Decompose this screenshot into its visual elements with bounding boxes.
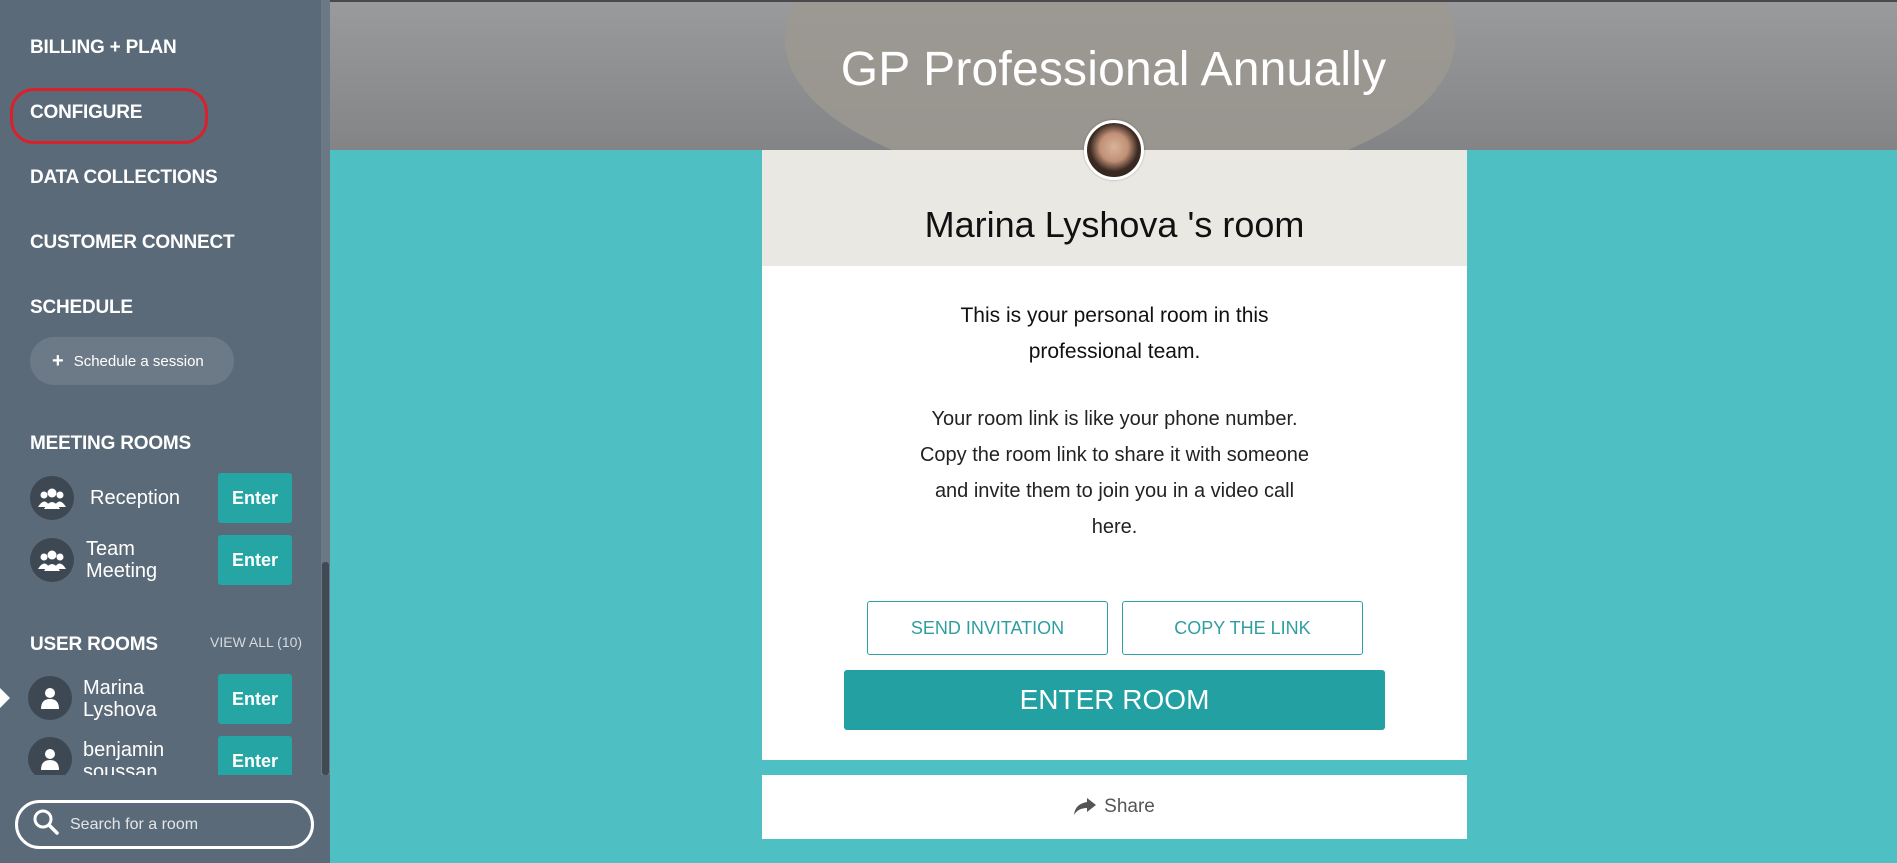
enter-reception-button[interactable]: Enter	[218, 473, 292, 523]
schedule-session-label: Schedule a session	[73, 352, 204, 370]
room-search-box[interactable]	[15, 800, 314, 849]
meeting-rooms-title: MEETING ROOMS	[30, 433, 192, 454]
desc-line: and invite them to join you in a video c…	[934, 480, 1295, 502]
room-card: Marina Lyshova 's room This is your pers…	[762, 150, 1467, 760]
sidebar: BILLING + PLAN CONFIGURE DATA COLLECTION…	[0, 0, 330, 863]
enter-benjamin-room-button[interactable]: Enter	[218, 736, 292, 775]
nav-configure[interactable]: CONFIGURE	[30, 102, 142, 124]
nav-data-collections[interactable]: DATA COLLECTIONS	[30, 167, 218, 189]
desc-line: Copy the room link to share it with some…	[919, 444, 1310, 466]
group-icon	[30, 538, 74, 582]
header-top-border	[330, 0, 1897, 2]
send-invitation-button[interactable]: SEND INVITATION	[867, 601, 1108, 655]
schedule-session-button[interactable]: + Schedule a session	[30, 337, 234, 385]
room-name-benjamin-soussan: benjamin soussan	[83, 739, 165, 775]
desc-line: Your room link is like your phone number…	[931, 408, 1298, 430]
share-label: Share	[1104, 796, 1155, 817]
user-avatar	[1084, 120, 1144, 180]
nav-schedule[interactable]: SCHEDULE	[30, 297, 133, 319]
enter-marina-room-button[interactable]: Enter	[218, 674, 292, 724]
copy-link-button[interactable]: COPY THE LINK	[1122, 601, 1363, 655]
sidebar-scrollbar-thumb[interactable]	[322, 562, 329, 775]
room-search-input[interactable]	[70, 815, 290, 834]
user-icon	[28, 676, 72, 720]
room-title: Marina Lyshova 's room	[924, 204, 1305, 245]
active-room-marker	[0, 688, 10, 708]
room-description-text: Your room link is like your phone number…	[762, 401, 1467, 545]
intro-line: This is your personal room in this	[960, 304, 1269, 327]
user-rooms-title: USER ROOMS	[30, 634, 158, 655]
plan-title: GP Professional Annually	[840, 43, 1387, 96]
nav-customer-connect[interactable]: CUSTOMER CONNECT	[30, 232, 235, 254]
room-intro-text: This is your personal room in this profe…	[762, 298, 1467, 370]
room-name-reception: Reception	[90, 487, 181, 509]
share-icon	[1074, 798, 1097, 815]
view-all-link[interactable]: VIEW ALL (10)	[210, 634, 302, 650]
group-icon	[30, 476, 74, 520]
enter-room-button[interactable]: ENTER ROOM	[844, 670, 1385, 730]
room-name-marina-lyshova: Marina Lyshova	[83, 677, 157, 721]
nav-billing-plan[interactable]: BILLING + PLAN	[30, 37, 177, 59]
intro-line: professional team.	[1028, 340, 1201, 363]
room-name-team-meeting: Team Meeting	[86, 538, 158, 582]
share-button[interactable]: Share	[762, 775, 1467, 839]
desc-line: here.	[1091, 516, 1138, 538]
plus-icon: +	[52, 349, 64, 372]
sidebar-scroll-area: BILLING + PLAN CONFIGURE DATA COLLECTION…	[0, 0, 330, 775]
search-icon	[32, 808, 60, 841]
user-icon	[28, 737, 72, 775]
enter-team-meeting-button[interactable]: Enter	[218, 535, 292, 585]
